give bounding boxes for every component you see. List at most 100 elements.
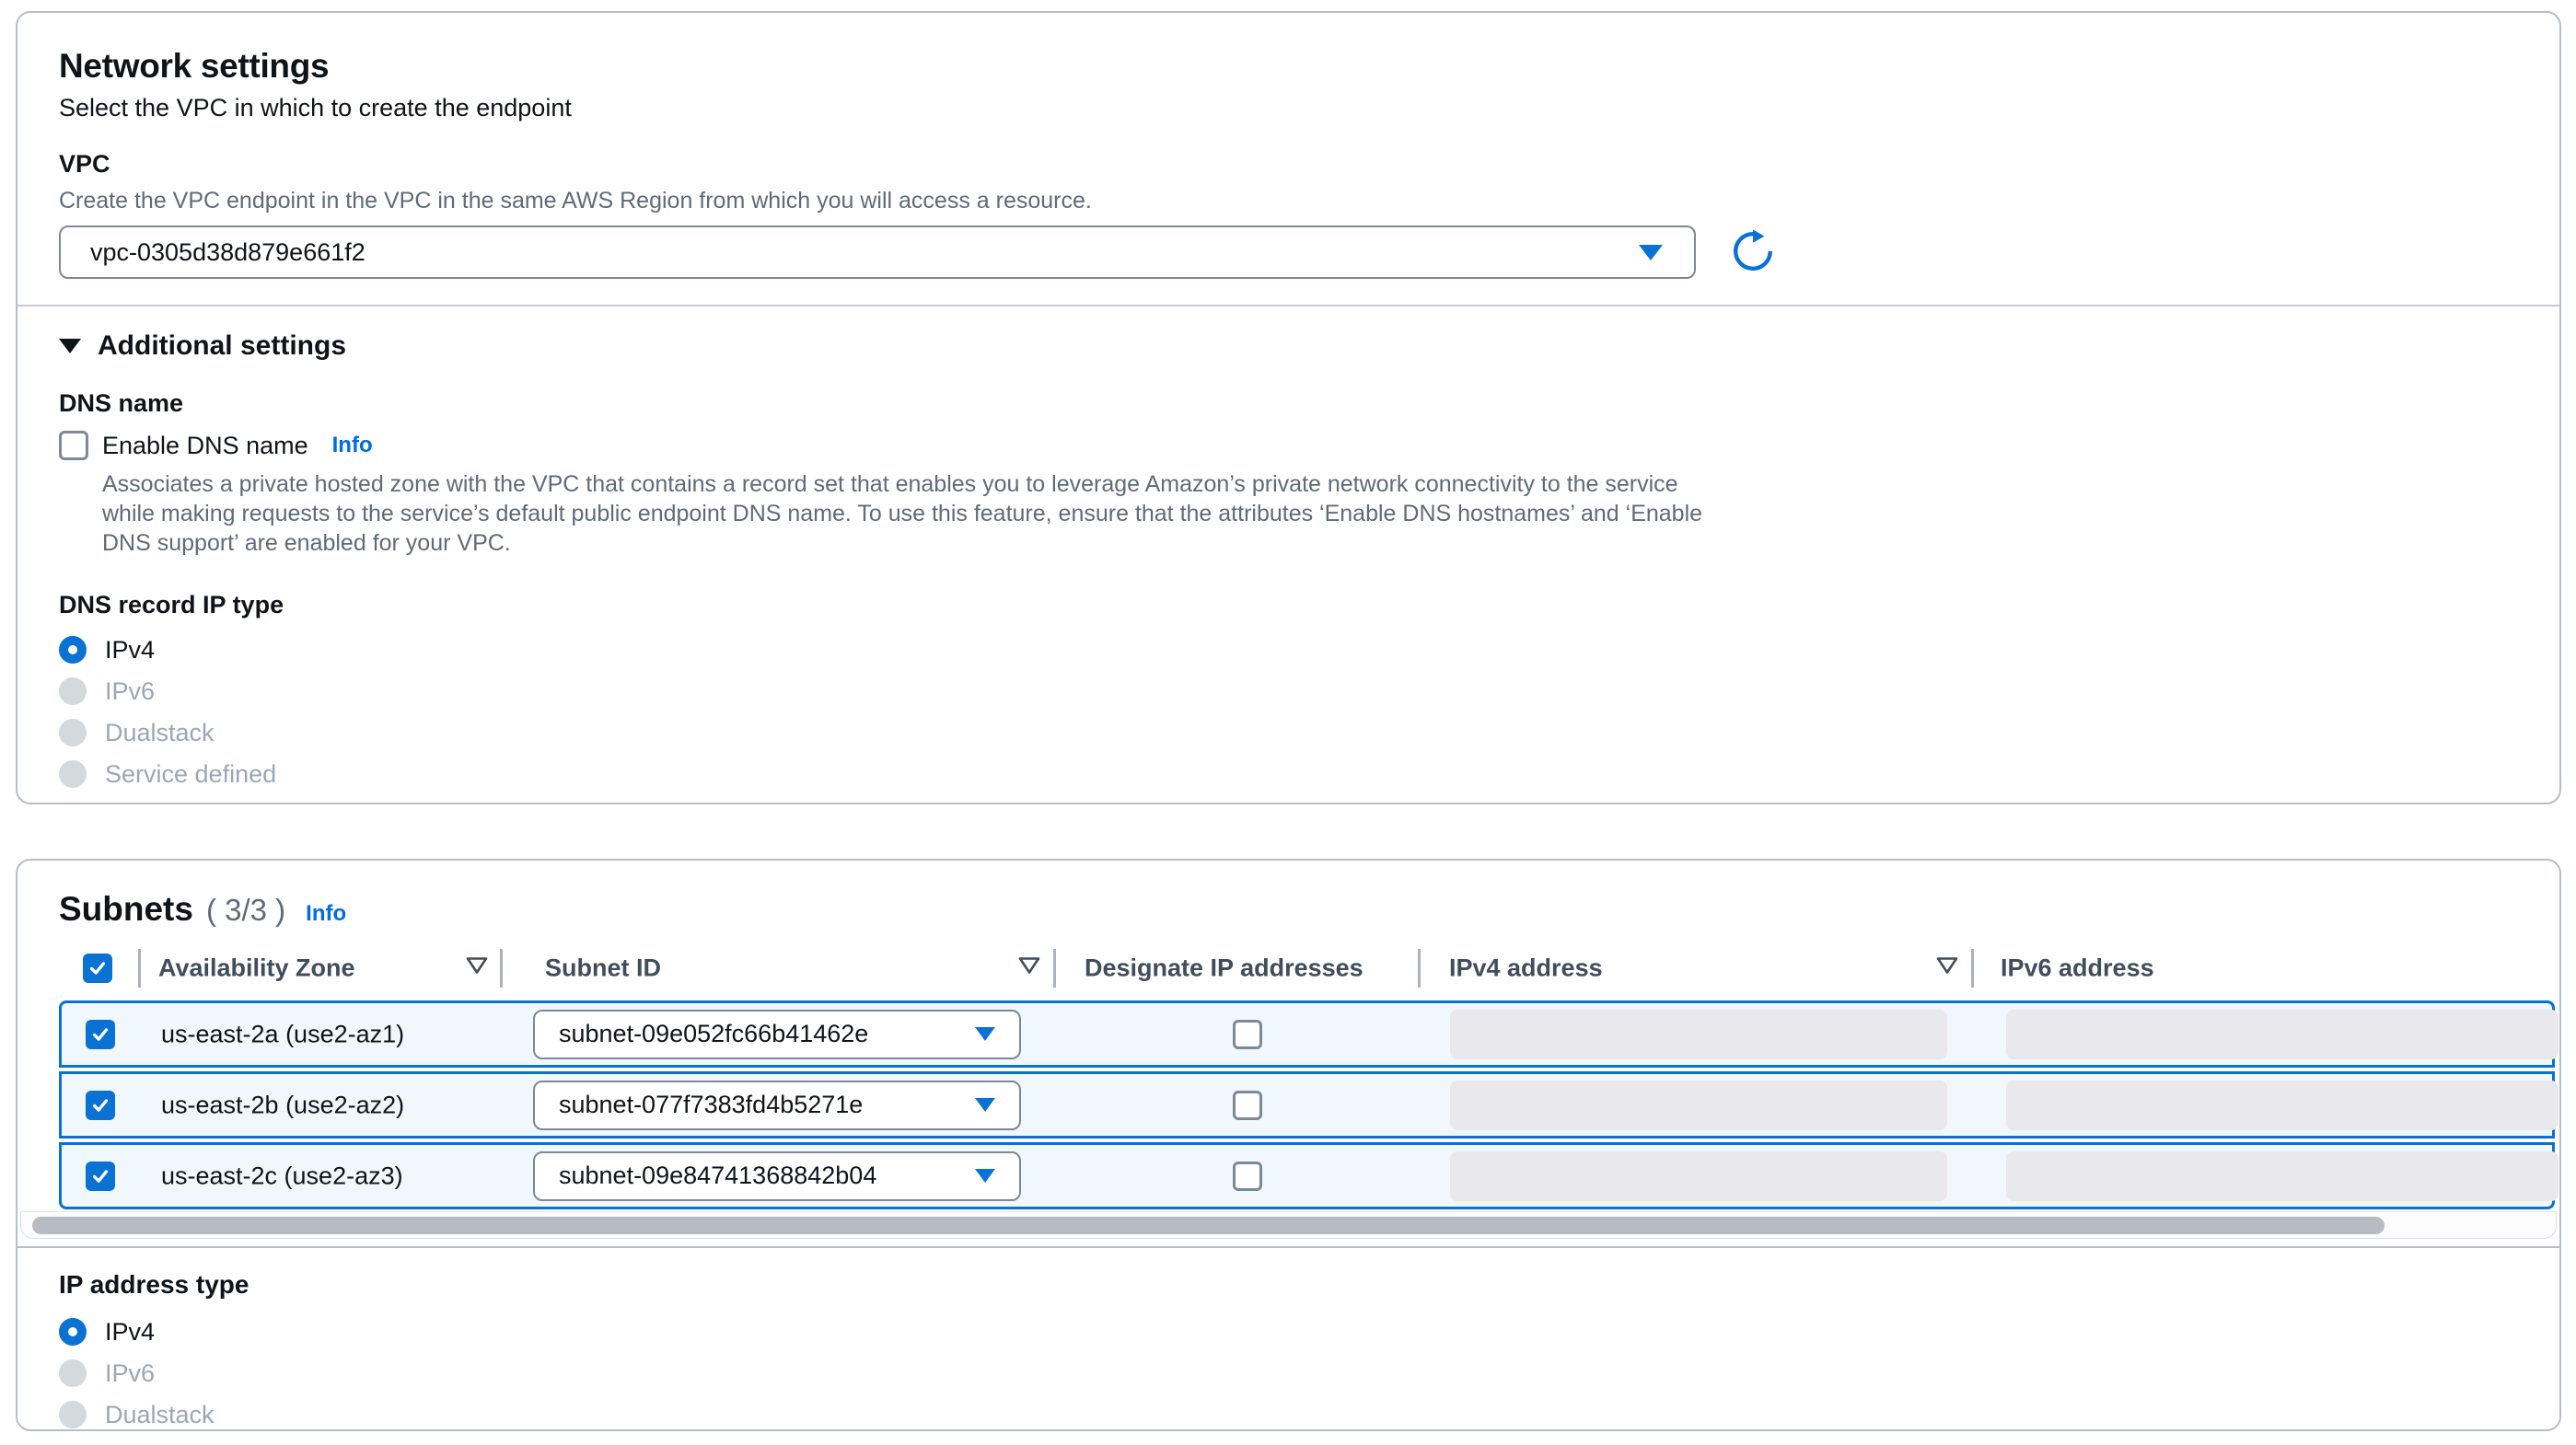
check-icon bbox=[90, 1166, 110, 1186]
radio-service-defined bbox=[59, 760, 87, 788]
radio-ipv4[interactable] bbox=[59, 1318, 87, 1346]
dns-name-label: DNS name bbox=[59, 389, 2518, 418]
subnet-id-value: subnet-077f7383fd4b5271e bbox=[559, 1091, 863, 1119]
check-icon bbox=[87, 958, 108, 978]
designate-ip-checkbox[interactable] bbox=[1233, 1162, 1262, 1191]
radio-ipv6-label: IPv6 bbox=[105, 1359, 155, 1388]
table-row[interactable]: us-east-2c (use2-az3) subnet-09e84741368… bbox=[59, 1142, 2555, 1209]
dns-name-info-link[interactable]: Info bbox=[332, 433, 373, 458]
radio-row-service-defined: Service defined bbox=[59, 758, 2518, 790]
ipv4-address-input bbox=[1450, 1151, 1947, 1201]
horizontal-scrollbar-thumb[interactable] bbox=[32, 1217, 2385, 1234]
subnets-info-link[interactable]: Info bbox=[306, 901, 346, 927]
col-designate-ip: Designate IP addresses bbox=[1085, 954, 1363, 983]
expander-triangle-icon bbox=[59, 339, 81, 353]
subnet-id-select[interactable]: subnet-09e052fc66b41462e bbox=[533, 1010, 1021, 1059]
radio-row-ipv6: IPv6 bbox=[59, 676, 2518, 707]
radio-row-ipv4[interactable]: IPv4 bbox=[59, 634, 2518, 665]
chevron-down-icon bbox=[975, 1027, 995, 1041]
radio-ipv6-label: IPv6 bbox=[105, 677, 155, 706]
enable-dns-name-text: Enable DNS name bbox=[102, 432, 308, 460]
network-settings-subtitle: Select the VPC in which to create the en… bbox=[59, 94, 2518, 122]
subnets-title: Subnets bbox=[59, 890, 193, 929]
radio-dualstack-label: Dualstack bbox=[105, 1401, 215, 1429]
vpc-select-value: vpc-0305d38d879e661f2 bbox=[90, 238, 366, 267]
row-checkbox[interactable] bbox=[86, 1020, 115, 1049]
vpc-description: Create the VPC endpoint in the VPC in th… bbox=[59, 188, 2518, 214]
radio-service-defined-label: Service defined bbox=[105, 760, 276, 789]
availability-zone-value: us-east-2a (use2-az1) bbox=[161, 1020, 404, 1048]
availability-zone-value: us-east-2b (use2-az2) bbox=[161, 1091, 404, 1119]
subnets-table-header: Availability Zone Subnet ID Designate IP… bbox=[17, 940, 2559, 997]
radio-row-dualstack: Dualstack bbox=[59, 717, 2518, 748]
filter-icon[interactable] bbox=[465, 956, 489, 981]
vpc-label: VPC bbox=[59, 150, 2518, 179]
radio-ipv4[interactable] bbox=[59, 636, 87, 664]
column-separator bbox=[500, 949, 503, 988]
network-settings-title: Network settings bbox=[59, 46, 2518, 87]
subnets-counter: ( 3/3 ) bbox=[206, 893, 285, 928]
check-icon bbox=[90, 1095, 110, 1116]
radio-ipv4-label: IPv4 bbox=[105, 636, 155, 665]
radio-ipv6 bbox=[59, 677, 87, 705]
dns-record-ip-type-label: DNS record IP type bbox=[59, 591, 2518, 619]
subnet-id-value: subnet-09e84741368842b04 bbox=[559, 1162, 876, 1190]
vpc-select-row: vpc-0305d38d879e661f2 bbox=[59, 225, 2518, 279]
subnet-id-select[interactable]: subnet-077f7383fd4b5271e bbox=[533, 1081, 1021, 1130]
row-checkbox[interactable] bbox=[86, 1162, 115, 1191]
ipv6-address-input bbox=[2006, 1151, 2559, 1201]
ip-address-type-label: IP address type bbox=[59, 1270, 2518, 1300]
additional-settings-title: Additional settings bbox=[98, 330, 346, 362]
ipv6-address-input bbox=[2006, 1010, 2559, 1059]
radio-row-ipv4[interactable]: IPv4 bbox=[59, 1316, 2518, 1347]
horizontal-scrollbar-track bbox=[20, 1211, 2557, 1239]
subnets-card: Subnets ( 3/3 ) Info Availability Zone S… bbox=[16, 859, 2561, 1431]
network-settings-card: Network settings Select the VPC in which… bbox=[16, 11, 2561, 804]
radio-ipv4-label: IPv4 bbox=[105, 1318, 155, 1347]
additional-settings-expander[interactable]: Additional settings bbox=[59, 330, 2518, 362]
radio-ipv6 bbox=[59, 1359, 87, 1387]
ipv6-address-input bbox=[2006, 1081, 2559, 1130]
enable-dns-name-checkbox[interactable] bbox=[59, 431, 88, 460]
refresh-button[interactable] bbox=[1729, 228, 1777, 276]
dns-name-description: Associates a private hosted zone with th… bbox=[102, 469, 1704, 558]
subnet-id-select[interactable]: subnet-09e84741368842b04 bbox=[533, 1151, 1021, 1201]
ip-address-type-section: IP address type IPv4 IPv6 Dualstack bbox=[17, 1248, 2559, 1430]
section-divider bbox=[17, 305, 2559, 306]
radio-row-ipv6: IPv6 bbox=[59, 1358, 2518, 1389]
subnets-table-body: us-east-2a (use2-az1) subnet-09e052fc66b… bbox=[59, 1000, 2555, 1209]
select-all-checkbox[interactable] bbox=[83, 954, 112, 983]
designate-ip-checkbox[interactable] bbox=[1233, 1020, 1262, 1049]
col-availability-zone: Availability Zone bbox=[158, 954, 355, 983]
column-separator bbox=[1053, 949, 1056, 988]
vpc-select[interactable]: vpc-0305d38d879e661f2 bbox=[59, 225, 1696, 279]
availability-zone-value: us-east-2c (use2-az3) bbox=[161, 1162, 403, 1190]
column-separator bbox=[138, 949, 141, 988]
dns-record-ip-type-group: IPv4 IPv6 Dualstack Service defined bbox=[59, 634, 2518, 790]
col-subnet-id: Subnet ID bbox=[545, 954, 661, 983]
refresh-icon bbox=[1731, 229, 1775, 276]
chevron-down-icon bbox=[975, 1169, 995, 1183]
check-icon bbox=[90, 1024, 110, 1045]
chevron-down-icon bbox=[1639, 245, 1663, 260]
column-separator bbox=[1971, 949, 1974, 988]
table-row[interactable]: us-east-2a (use2-az1) subnet-09e052fc66b… bbox=[59, 1000, 2555, 1068]
radio-dualstack-label: Dualstack bbox=[105, 719, 215, 747]
col-ipv4-address: IPv4 address bbox=[1449, 954, 1603, 983]
subnet-id-value: subnet-09e052fc66b41462e bbox=[559, 1020, 868, 1048]
ipv4-address-input bbox=[1450, 1010, 1947, 1059]
table-row[interactable]: us-east-2b (use2-az2) subnet-077f7383fd4… bbox=[59, 1071, 2555, 1139]
enable-dns-name-row: Enable DNS name Info bbox=[59, 431, 2518, 460]
radio-dualstack bbox=[59, 1401, 87, 1428]
filter-icon[interactable] bbox=[1017, 956, 1041, 981]
radio-row-dualstack: Dualstack bbox=[59, 1399, 2518, 1430]
column-separator bbox=[1418, 949, 1421, 988]
filter-icon[interactable] bbox=[1935, 956, 1959, 981]
designate-ip-checkbox[interactable] bbox=[1233, 1091, 1262, 1120]
ip-address-type-group: IPv4 IPv6 Dualstack bbox=[59, 1316, 2518, 1430]
row-checkbox[interactable] bbox=[86, 1091, 115, 1120]
subnets-header: Subnets ( 3/3 ) Info bbox=[17, 890, 2559, 929]
col-ipv6-address: IPv6 address bbox=[2001, 954, 2154, 983]
radio-dualstack bbox=[59, 719, 87, 746]
ipv4-address-input bbox=[1450, 1081, 1947, 1130]
